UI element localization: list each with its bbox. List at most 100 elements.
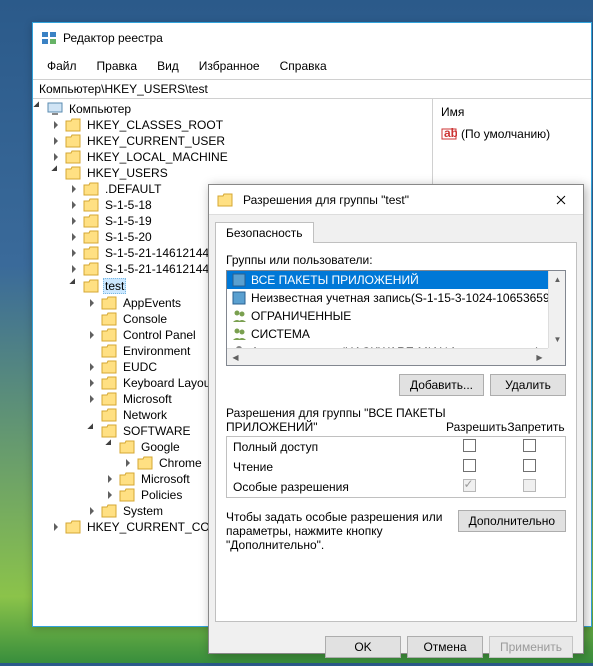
computer-icon — [47, 102, 63, 116]
chevron-right-icon[interactable] — [87, 505, 99, 517]
node-label: Компьютер — [67, 102, 133, 116]
scroll-right-icon[interactable]: ▶ — [531, 349, 548, 366]
add-button[interactable]: Добавить... — [399, 374, 484, 396]
node-label: HKEY_LOCAL_MACHINE — [85, 150, 230, 164]
titlebar[interactable]: Редактор реестра — [33, 23, 591, 53]
scroll-up-icon[interactable]: ▲ — [549, 271, 566, 288]
close-button[interactable] — [541, 186, 581, 214]
chevron-down-icon[interactable] — [51, 167, 63, 179]
folder-icon — [83, 262, 99, 276]
tree-node-hkcu[interactable]: HKEY_CURRENT_USER — [51, 133, 432, 149]
tab-security[interactable]: Безопасность — [215, 222, 314, 243]
permissions-dialog: Разрешения для группы "test" Безопасност… — [208, 184, 584, 654]
users-icon — [231, 326, 247, 342]
chevron-right-icon[interactable] — [69, 199, 81, 211]
group-item-all-packages[interactable]: ВСЕ ПАКЕТЫ ПРИЛОЖЕНИЙ — [227, 271, 565, 289]
chevron-right-icon[interactable] — [51, 119, 63, 131]
scrollbar-horizontal[interactable]: ◀ ▶ — [227, 348, 548, 365]
node-label: Console — [121, 312, 169, 326]
chevron-down-icon[interactable] — [69, 280, 81, 292]
scroll-left-icon[interactable]: ◀ — [227, 349, 244, 366]
group-item-restricted[interactable]: ОГРАНИЧЕННЫЕ — [227, 307, 565, 325]
tree-node-hkcr[interactable]: HKEY_CLASSES_ROOT — [51, 117, 432, 133]
svg-text:ab: ab — [444, 126, 457, 140]
node-label: Network — [121, 408, 169, 422]
scrollbar-vertical[interactable]: ▲ ▼ — [548, 271, 565, 348]
dialog-titlebar[interactable]: Разрешения для группы "test" — [209, 185, 583, 215]
folder-icon — [65, 118, 81, 132]
scroll-corner — [548, 348, 565, 365]
chevron-right-icon[interactable] — [69, 247, 81, 259]
groups-listbox[interactable]: ВСЕ ПАКЕТЫ ПРИЛОЖЕНИЙ Неизвестная учетна… — [226, 270, 566, 366]
chevron-right-icon[interactable] — [51, 135, 63, 147]
address-bar[interactable]: Компьютер\HKEY_USERS\test — [33, 79, 591, 99]
values-column-name[interactable]: Имя — [441, 103, 583, 125]
group-item-system[interactable]: СИСТЕМА — [227, 325, 565, 343]
chevron-none — [87, 345, 99, 357]
chevron-right-icon[interactable] — [87, 361, 99, 373]
chevron-down-icon[interactable] — [87, 425, 99, 437]
perm-label: Особые разрешения — [233, 480, 439, 494]
checkbox-read-deny[interactable] — [523, 459, 536, 472]
chevron-right-icon[interactable] — [69, 215, 81, 227]
chevron-down-icon[interactable] — [33, 103, 45, 115]
folder-icon — [65, 134, 81, 148]
checkbox-read-allow[interactable] — [463, 459, 476, 472]
package-icon — [231, 272, 247, 288]
folder-icon — [101, 312, 117, 326]
menu-file[interactable]: Файл — [37, 55, 87, 77]
perm-row-read: Чтение — [227, 457, 565, 477]
node-label: test — [103, 278, 126, 294]
value-name: (По умолчанию) — [461, 127, 550, 141]
node-label: HKEY_CURRENT_CON — [85, 520, 220, 534]
chevron-right-icon[interactable] — [87, 377, 99, 389]
chevron-right-icon[interactable] — [69, 183, 81, 195]
package-icon — [231, 290, 247, 306]
chevron-right-icon[interactable] — [69, 231, 81, 243]
chevron-none — [87, 409, 99, 421]
node-label: S-1-5-18 — [103, 198, 154, 212]
chevron-right-icon[interactable] — [87, 329, 99, 341]
folder-icon — [119, 472, 135, 486]
ok-button[interactable]: OK — [325, 636, 401, 658]
group-label: СИСТЕМА — [251, 327, 310, 341]
checkbox-full-allow[interactable] — [463, 439, 476, 452]
chevron-down-icon[interactable] — [105, 441, 117, 453]
advanced-button[interactable]: Дополнительно — [458, 510, 566, 532]
folder-icon — [65, 150, 81, 164]
close-icon — [556, 195, 566, 205]
folder-icon — [119, 440, 135, 454]
menu-view[interactable]: Вид — [147, 55, 189, 77]
chevron-right-icon[interactable] — [51, 151, 63, 163]
node-label: Environment — [121, 344, 192, 358]
folder-icon — [83, 246, 99, 260]
chevron-right-icon[interactable] — [105, 473, 117, 485]
folder-icon — [101, 296, 117, 310]
tree-node-hklm[interactable]: HKEY_LOCAL_MACHINE — [51, 149, 432, 165]
tree-node-hku[interactable]: HKEY_USERS — [51, 165, 432, 181]
group-item-unknown[interactable]: Неизвестная учетная запись(S-1-15-3-1024… — [227, 289, 565, 307]
value-row-default[interactable]: ab (По умолчанию) — [441, 125, 583, 143]
folder-icon — [83, 182, 99, 196]
node-label: S-1-5-21-1461214401 — [103, 262, 224, 276]
chevron-right-icon[interactable] — [69, 263, 81, 275]
checkbox-full-deny[interactable] — [523, 439, 536, 452]
apply-button[interactable]: Применить — [489, 636, 573, 658]
chevron-right-icon[interactable] — [105, 489, 117, 501]
folder-icon — [101, 376, 117, 390]
menu-favorites[interactable]: Избранное — [189, 55, 270, 77]
menu-edit[interactable]: Правка — [87, 55, 148, 77]
cancel-button[interactable]: Отмена — [407, 636, 483, 658]
scroll-down-icon[interactable]: ▼ — [549, 331, 566, 348]
chevron-right-icon[interactable] — [87, 393, 99, 405]
chevron-right-icon[interactable] — [123, 457, 135, 469]
chevron-right-icon[interactable] — [87, 297, 99, 309]
chevron-right-icon[interactable] — [51, 521, 63, 533]
node-label: HKEY_CLASSES_ROOT — [85, 118, 225, 132]
menu-help[interactable]: Справка — [270, 55, 337, 77]
tree-node-computer[interactable]: Компьютер — [33, 101, 432, 117]
tabs: Безопасность — [215, 221, 577, 242]
node-label: HKEY_CURRENT_USER — [85, 134, 227, 148]
remove-button[interactable]: Удалить — [490, 374, 566, 396]
folder-icon — [83, 230, 99, 244]
